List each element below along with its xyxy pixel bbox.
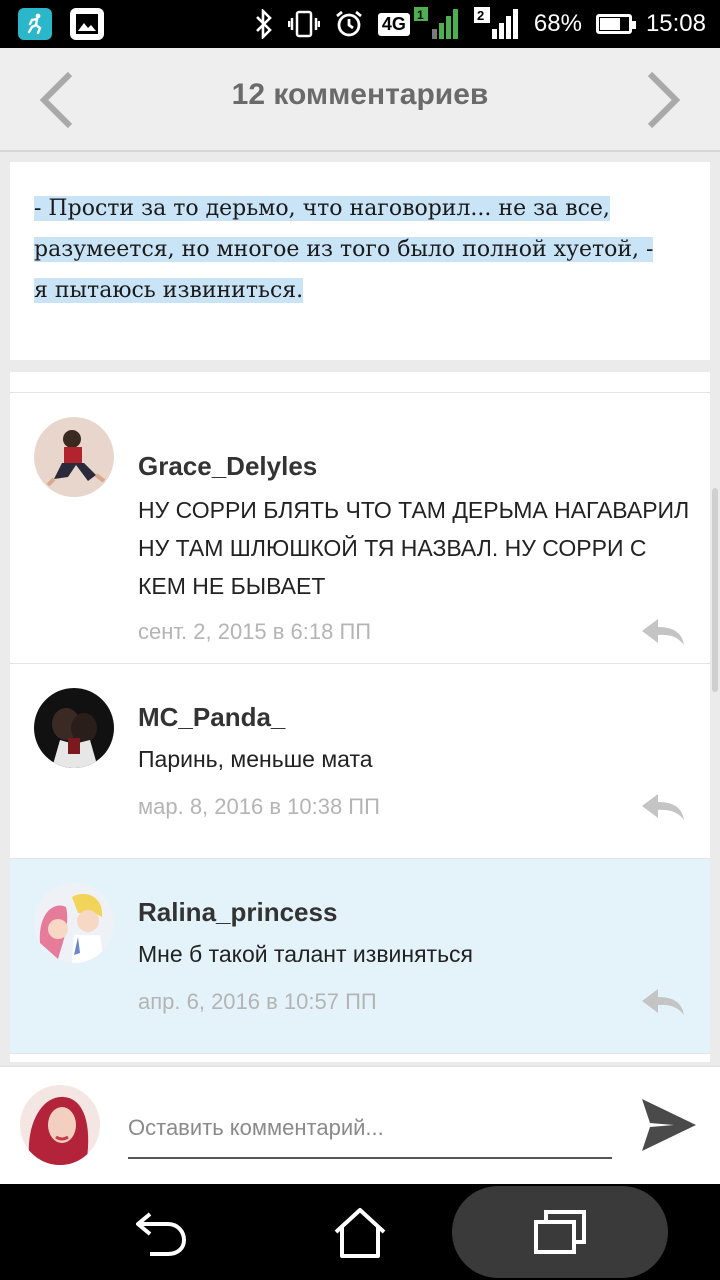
comment-text: Мне б такой талант извиняться: [138, 941, 474, 967]
comment-item[interactable]: Grace_Delyles НУ СОРРИ БЛЯТЬ ЧТО ТАМ ДЕР…: [10, 393, 710, 664]
comments-list: Grace_Delyles НУ СОРРИ БЛЯТЬ ЧТО ТАМ ДЕР…: [10, 372, 710, 1062]
comment-item[interactable]: MC_Panda_ Паринь, меньше мата мар. 8, 20…: [10, 664, 710, 859]
reply-icon[interactable]: [640, 792, 686, 822]
comment-text: Паринь, меньше мата: [138, 746, 373, 772]
comment-text: НУ СОРРИ БЛЯТЬ ЧТО ТАМ ДЕРЬМА НАГАВАРИЛ …: [138, 497, 690, 599]
page-title: 12 комментариев: [231, 78, 489, 111]
story-text[interactable]: - Прости за то дерьмо, что наговорил... …: [34, 188, 674, 311]
comment-date: апр. 6, 2016 в 10:57 ПП: [138, 989, 377, 1014]
chevron-right-icon[interactable]: [644, 70, 684, 130]
svg-text:1: 1: [417, 8, 424, 22]
comment-username[interactable]: Grace_Delyles: [138, 451, 317, 482]
story-text-selection: - Прости за то дерьмо, что наговорил... …: [34, 196, 654, 303]
avatar[interactable]: [34, 417, 114, 497]
story-card: - Прости за то дерьмо, что наговорил... …: [10, 162, 710, 360]
scrollbar[interactable]: [712, 488, 718, 692]
clock: 15:08: [645, 10, 706, 37]
alarm-icon: [334, 9, 364, 39]
runner-app-icon: [18, 8, 52, 40]
status-bar: 4G 1 2 68% 15:08: [0, 0, 720, 48]
comment-date: мар. 8, 2016 в 10:38 ПП: [138, 794, 380, 819]
header: 12 комментариев: [0, 48, 720, 152]
comment-input[interactable]: [128, 1107, 612, 1159]
comment-date: сент. 2, 2015 в 6:18 ПП: [138, 619, 372, 644]
comment-compose-bar: [0, 1066, 720, 1184]
network-type-label: 4G: [377, 12, 410, 36]
system-nav-bar: [0, 1184, 720, 1280]
battery-icon: [595, 14, 636, 34]
avatar[interactable]: [34, 883, 114, 963]
gallery-icon: [70, 8, 104, 40]
back-icon[interactable]: [132, 1204, 192, 1260]
recent-apps-icon[interactable]: [530, 1204, 590, 1260]
send-icon[interactable]: [640, 1097, 698, 1153]
battery-percent: 68%: [533, 10, 582, 37]
comment-username[interactable]: MC_Panda_: [138, 702, 285, 733]
signal-icon-1: 4G 1: [377, 7, 460, 41]
comment-item[interactable]: Ralina_princess Мне б такой талант извин…: [10, 859, 710, 1054]
signal-icon-2: 2: [473, 7, 520, 41]
reply-icon[interactable]: [640, 987, 686, 1017]
reply-icon[interactable]: [640, 617, 686, 647]
home-icon[interactable]: [330, 1204, 390, 1260]
svg-text:2: 2: [477, 8, 484, 23]
bluetooth-icon: [254, 9, 274, 39]
vibrate-icon: [287, 9, 320, 39]
avatar: [20, 1085, 100, 1165]
avatar[interactable]: [34, 688, 114, 768]
comment-username[interactable]: Ralina_princess: [138, 897, 337, 928]
